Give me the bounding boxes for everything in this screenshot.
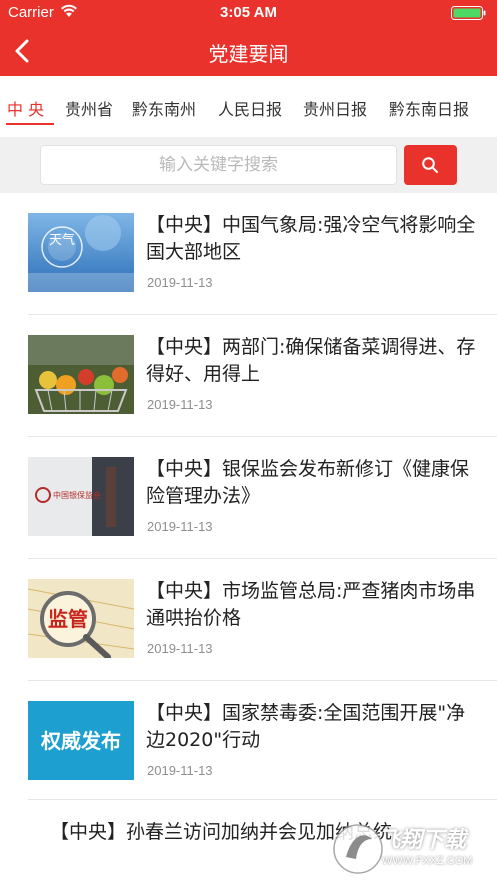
news-item[interactable]: 【中央】两部门:确保储备菜调得进、存得好、用得上 2019-11-13	[0, 315, 497, 437]
news-date: 2019-11-13	[147, 641, 213, 656]
nav-bar: 党建要闻	[0, 26, 497, 76]
news-thumbnail: 权威发布	[28, 701, 134, 780]
category-tabs: 中 央 贵州省 黔东南州 人民日报 贵州日报 黔东南日报	[0, 76, 497, 134]
battery-icon	[451, 6, 486, 20]
news-title: 【中央】中国气象局:强冷空气将影响全国大部地区	[146, 214, 476, 263]
watermark-title: 飞翔下载	[378, 828, 467, 853]
tab-qiandongnan-daily[interactable]: 黔东南日报	[389, 96, 469, 120]
search-button[interactable]	[404, 145, 457, 185]
search-bar	[0, 137, 497, 193]
search-icon	[422, 157, 438, 173]
news-date: 2019-11-13	[147, 763, 213, 778]
status-time: 3:05 AM	[220, 4, 277, 21]
search-input[interactable]	[40, 145, 397, 185]
news-item[interactable]: 中国银保监会 【中央】银保监会发布新修订《健康保险管理办法》 2019-11-1…	[0, 437, 497, 559]
thumb-caption: 权威发布	[40, 729, 121, 753]
active-tab-indicator	[6, 123, 54, 125]
news-date: 2019-11-13	[147, 275, 213, 290]
news-title: 【中央】两部门:确保储备菜调得进、存得好、用得上	[146, 336, 476, 385]
news-date: 2019-11-13	[147, 519, 213, 534]
news-thumbnail	[28, 335, 134, 414]
tab-guizhou-daily[interactable]: 贵州日报	[303, 96, 367, 120]
tab-central[interactable]: 中 央	[7, 96, 44, 120]
news-title: 【中央】市场监管总局:严查猪肉市场串通哄抬价格	[146, 580, 476, 629]
news-item[interactable]: 权威发布 【中央】国家禁毒委:全国范围开展"净边2020"行动 2019-11-…	[0, 681, 497, 803]
news-thumbnail: 监管	[28, 579, 134, 658]
page-title: 党建要闻	[208, 42, 289, 66]
tab-peoples-daily[interactable]: 人民日报	[218, 96, 282, 120]
thumb-caption: 天气	[49, 232, 75, 248]
news-title: 【中央】国家禁毒委:全国范围开展"净边2020"行动	[146, 702, 466, 751]
tab-guizhou-province[interactable]: 贵州省	[65, 96, 113, 120]
status-bar: Carrier 3:05 AM	[0, 0, 497, 26]
news-date: 2019-11-13	[147, 397, 213, 412]
thumb-caption: 监管	[48, 607, 88, 631]
news-thumbnail: 中国银保监会	[28, 457, 134, 536]
tab-qiandongnan[interactable]: 黔东南州	[132, 96, 196, 120]
news-title: 【中央】银保监会发布新修订《健康保险管理办法》	[146, 458, 470, 507]
news-thumbnail: 天气	[28, 213, 134, 292]
watermark-url: WWW.FXXZ.COM	[382, 855, 473, 867]
news-item[interactable]: 监管 【中央】市场监管总局:严查猪肉市场串通哄抬价格 2019-11-13	[0, 559, 497, 681]
news-item[interactable]: 天气 【中央】中国气象局:强冷空气将影响全国大部地区 2019-11-13	[0, 193, 497, 315]
thumb-caption: 中国银保监会	[53, 490, 101, 500]
